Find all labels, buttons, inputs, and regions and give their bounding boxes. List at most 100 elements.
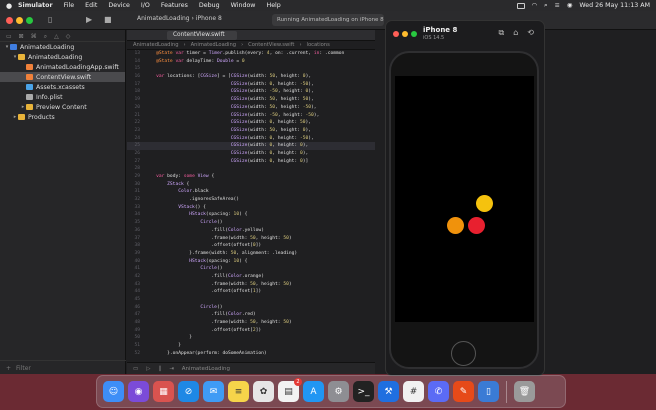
rotate-icon[interactable]: ⟲ bbox=[527, 28, 534, 38]
code-line[interactable]: 13 @State var timer = Timer.publish(ever… bbox=[127, 50, 375, 58]
code-line[interactable]: 18 CGSize(width: -50, height: 0), bbox=[127, 88, 375, 96]
control-center-icon[interactable]: ≡ bbox=[555, 2, 560, 9]
filter-input[interactable]: Filter bbox=[16, 365, 120, 372]
code-line[interactable]: 32 .ignoresSafeArea() bbox=[127, 196, 375, 204]
menu-file[interactable]: File bbox=[64, 2, 75, 9]
safari-icon[interactable]: ⊘ bbox=[178, 381, 199, 402]
breakpoint-icon[interactable]: ▷ bbox=[146, 366, 150, 372]
pause-icon[interactable]: ∥ bbox=[158, 366, 161, 372]
code-line[interactable]: 14 @State var delayTime: Double = 0 bbox=[127, 58, 375, 66]
file-tree-item[interactable]: ▾ AnimatedLoading bbox=[0, 42, 125, 52]
code-line[interactable]: 36 .fill(Color.yellow) bbox=[127, 227, 375, 235]
mail-icon[interactable]: ✉ bbox=[203, 381, 224, 402]
code-line[interactable]: 17 CGSize(width: 0, height: -50), bbox=[127, 81, 375, 89]
step-icon[interactable]: ⇥ bbox=[169, 366, 174, 372]
jumpbar-file[interactable]: ContentView.swift bbox=[248, 42, 294, 48]
scheme-selector[interactable]: AnimatedLoading › iPhone 8 bbox=[137, 15, 222, 22]
photos-icon[interactable]: ✿ bbox=[253, 381, 274, 402]
search-icon[interactable]: ⌕ bbox=[544, 2, 548, 10]
jumpbar-symbol[interactable]: locations bbox=[307, 42, 330, 48]
file-tree-item[interactable]: AnimatedLoadingApp.swift bbox=[0, 62, 125, 72]
code-line[interactable]: 38 .offset(offset[0]) bbox=[127, 242, 375, 250]
navigator-filter[interactable]: + Filter bbox=[0, 360, 126, 374]
code-line[interactable]: 40 HStack(spacing: 10) { bbox=[127, 258, 375, 266]
code-line[interactable]: 23 CGSize(width: 50, height: 0), bbox=[127, 127, 375, 135]
code-line[interactable]: 25 CGSize(width: 0, height: 0), bbox=[127, 142, 375, 150]
sim-close-button[interactable] bbox=[393, 31, 399, 37]
siri-menu-icon[interactable]: ◉ bbox=[567, 2, 573, 9]
code-line[interactable]: 49 .offset(offset[2]) bbox=[127, 327, 375, 335]
code-line[interactable]: 16 var locations: [CGSize] = [CGSize(wid… bbox=[127, 73, 375, 81]
file-tree-item[interactable]: Info.plist bbox=[0, 92, 125, 102]
app-store-icon[interactable]: A bbox=[303, 381, 324, 402]
folder-tab-icon[interactable]: ▭ bbox=[6, 33, 12, 40]
sidebar-toggle-icon[interactable]: ▯ bbox=[48, 15, 52, 24]
wifi-icon[interactable]: ◠ bbox=[532, 2, 538, 9]
messenger-icon[interactable]: ✆ bbox=[428, 381, 449, 402]
find-tab-icon[interactable]: ⌕ bbox=[44, 33, 47, 40]
slack-icon[interactable]: # bbox=[403, 381, 424, 402]
menu-window[interactable]: Window bbox=[231, 2, 256, 9]
menu-help[interactable]: Help bbox=[266, 2, 280, 9]
code-line[interactable]: 34 HStack(spacing: 10) { bbox=[127, 211, 375, 219]
terminal-icon[interactable]: >_ bbox=[353, 381, 374, 402]
source-code[interactable]: 13 @State var timer = Timer.publish(ever… bbox=[127, 50, 375, 362]
simulator-icon[interactable]: ▯ bbox=[478, 381, 499, 402]
add-icon[interactable]: + bbox=[6, 365, 11, 372]
home-icon[interactable]: ⌂ bbox=[513, 28, 518, 38]
screenshot-icon[interactable]: ⧉ bbox=[499, 28, 505, 38]
menu-device[interactable]: Device bbox=[108, 2, 130, 9]
launchpad-icon[interactable]: ▦ bbox=[153, 381, 174, 402]
code-line[interactable]: 43 .frame(width: 50, height: 50) bbox=[127, 281, 375, 289]
debug-toggle-icon[interactable]: ▭ bbox=[133, 366, 138, 372]
code-line[interactable]: 29 var body: some View { bbox=[127, 173, 375, 181]
close-button[interactable] bbox=[6, 17, 13, 24]
code-line[interactable]: 37 .frame(width: 50, height: 50) bbox=[127, 235, 375, 243]
device-screen[interactable] bbox=[395, 76, 534, 322]
code-line[interactable]: 41 Circle() bbox=[127, 265, 375, 273]
minimize-button[interactable] bbox=[16, 17, 23, 24]
code-line[interactable]: 33 VStack() { bbox=[127, 204, 375, 212]
xcode-icon[interactable]: ⚒ bbox=[378, 381, 399, 402]
code-line[interactable]: 21 CGSize(width: -50, height: -50), bbox=[127, 112, 375, 120]
issue-tab-icon[interactable]: △ bbox=[54, 33, 59, 40]
code-line[interactable]: 20 CGSize(width: 50, height: -50), bbox=[127, 104, 375, 112]
code-line[interactable]: 45 bbox=[127, 296, 375, 304]
code-line[interactable]: 26 CGSize(width: 0, height: 0), bbox=[127, 150, 375, 158]
jumpbar-project[interactable]: AnimatedLoading bbox=[133, 42, 179, 48]
source-control-tab-icon[interactable]: ⊠ bbox=[19, 33, 24, 40]
code-line[interactable]: 28 bbox=[127, 165, 375, 173]
test-tab-icon[interactable]: ◇ bbox=[66, 33, 71, 40]
run-icon[interactable]: ▶ bbox=[86, 15, 92, 24]
code-line[interactable]: 22 CGSize(width: 0, height: 50), bbox=[127, 119, 375, 127]
code-line[interactable]: 31 Color.black bbox=[127, 188, 375, 196]
code-line[interactable]: 15 bbox=[127, 65, 375, 73]
home-button[interactable] bbox=[451, 341, 476, 366]
menu-clock[interactable]: Wed 26 May 11:13 AM bbox=[579, 2, 650, 9]
system-preferences-icon[interactable]: ⚙ bbox=[328, 381, 349, 402]
file-tree-item[interactable]: ▸ Preview Content bbox=[0, 102, 125, 112]
file-tree-item[interactable]: Assets.xcassets bbox=[0, 82, 125, 92]
code-line[interactable]: 50 } bbox=[127, 334, 375, 342]
file-tree-item[interactable]: ▾ AnimatedLoading bbox=[0, 52, 125, 62]
symbol-tab-icon[interactable]: ⌘ bbox=[31, 33, 37, 40]
tab-contentview[interactable]: ContentView.swift bbox=[167, 31, 237, 40]
notes-icon[interactable]: ≡ bbox=[228, 381, 249, 402]
code-line[interactable]: 44 .offset(offset[1]) bbox=[127, 288, 375, 296]
code-line[interactable]: 48 .frame(width: 50, height: 50) bbox=[127, 319, 375, 327]
menu-app-name[interactable]: Simulator bbox=[18, 2, 53, 9]
code-line[interactable]: 42 .fill(Color.orange) bbox=[127, 273, 375, 281]
sim-minimize-button[interactable] bbox=[402, 31, 408, 37]
code-line[interactable]: 52 }.onAppear(perform: doSomeAnimation) bbox=[127, 350, 375, 358]
file-tree-item[interactable]: ContentView.swift bbox=[0, 72, 125, 82]
menu-features[interactable]: Features bbox=[161, 2, 188, 9]
apple-menu-icon[interactable]: ● bbox=[0, 2, 18, 10]
code-line[interactable]: 27 CGSize(width: 0, height: 0)] bbox=[127, 158, 375, 166]
file-tree-item[interactable]: ▸ Products bbox=[0, 112, 125, 122]
menu-edit[interactable]: Edit bbox=[85, 2, 97, 9]
battery-icon[interactable] bbox=[516, 2, 525, 9]
stop-icon[interactable]: ■ bbox=[104, 15, 112, 24]
jumpbar-group[interactable]: AnimatedLoading bbox=[191, 42, 237, 48]
pencil-icon[interactable]: ✎ bbox=[453, 381, 474, 402]
code-line[interactable]: 51 } bbox=[127, 342, 375, 350]
